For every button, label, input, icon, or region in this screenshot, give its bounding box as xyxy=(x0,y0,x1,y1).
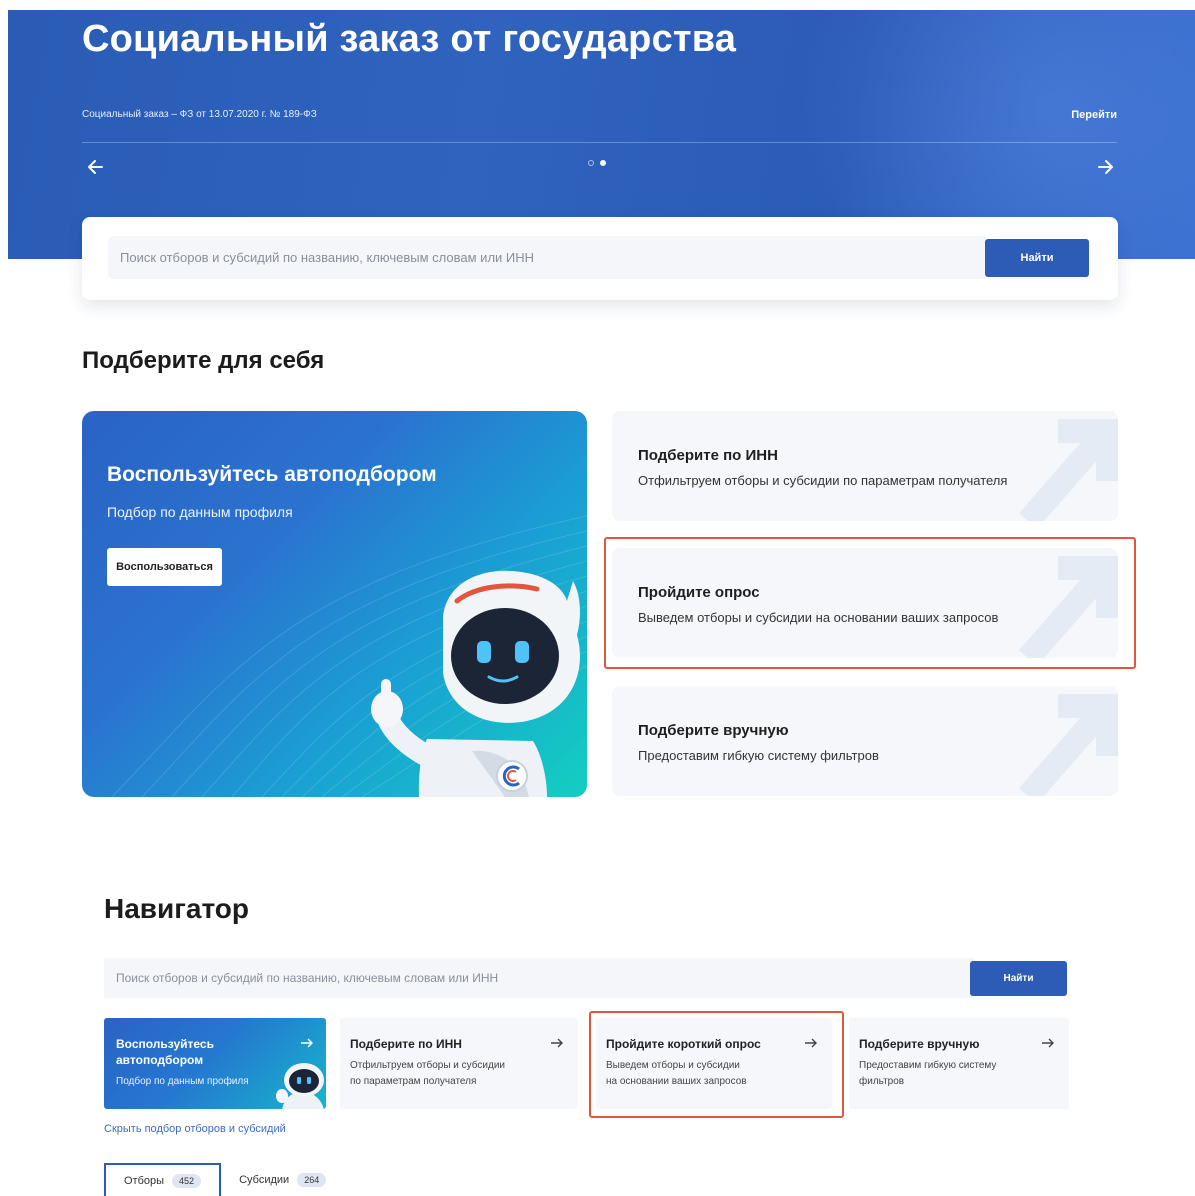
count-badge: 452 xyxy=(172,1173,202,1188)
navigator-card-desc-line: Отфильтруем отборы и субсидии xyxy=(350,1060,505,1071)
navigator-card-desc: Выведем отборы и субсидии на основании в… xyxy=(606,1058,747,1090)
count-badge: 264 xyxy=(297,1172,327,1187)
navigator-card-title-line: автоподбором xyxy=(116,1053,204,1067)
navigator-card-desc-line: на основании ваших запросов xyxy=(606,1076,747,1087)
navigator-search-input[interactable] xyxy=(104,958,974,998)
hero-go-link[interactable]: Перейти xyxy=(1071,109,1117,121)
option-desc: Выведем отборы и субсидии на основании в… xyxy=(638,610,999,625)
navigator-card-desc: Предоставим гибкую систему фильтров xyxy=(859,1058,996,1090)
autopick-title: Воспользуйтесь автоподбором xyxy=(107,463,437,486)
autopick-button[interactable]: Воспользоваться xyxy=(107,548,222,586)
navigator-card-desc-line: фильтров xyxy=(859,1076,905,1087)
tab-label: Субсидии xyxy=(239,1173,290,1186)
carousel-dots xyxy=(588,160,606,166)
navigator-card-title: Подберите по ИНН xyxy=(350,1037,462,1051)
result-tabs: Отборы 452 Субсидии 264 xyxy=(104,1163,344,1196)
navigator-card-title-line: Воспользуйтесь xyxy=(116,1037,214,1051)
arrow-right-icon xyxy=(301,1038,313,1048)
navigator-card-autopick[interactable]: Воспользуйтесь автоподбором Подбор по да… xyxy=(104,1018,326,1109)
search-button[interactable]: Найти xyxy=(985,239,1089,277)
arrow-decor-icon xyxy=(1018,419,1118,521)
navigator-card-desc-line: по параметрам получателя xyxy=(350,1076,477,1087)
hero-title: Социальный заказ от государства xyxy=(82,18,737,60)
carousel-dot-active[interactable] xyxy=(600,160,606,166)
navigator-card-title: Воспользуйтесь автоподбором xyxy=(116,1036,214,1068)
navigator-card-inn[interactable]: Подберите по ИНН Отфильтруем отборы и су… xyxy=(340,1018,578,1109)
tab-selections[interactable]: Отборы 452 xyxy=(104,1163,222,1196)
arrow-right-icon xyxy=(1042,1038,1054,1048)
navigator-card-survey[interactable]: Пройдите короткий опрос Выведем отборы и… xyxy=(596,1018,832,1109)
option-card-inn[interactable]: Подберите по ИНН Отфильтруем отборы и су… xyxy=(612,411,1118,521)
navigator-card-title: Пройдите короткий опрос xyxy=(606,1037,761,1051)
option-title: Подберите по ИНН xyxy=(638,447,778,464)
arrow-left-icon[interactable] xyxy=(82,153,110,181)
hide-selection-link[interactable]: Скрыть подбор отборов и субсидий xyxy=(104,1123,286,1135)
search-card: Найти xyxy=(82,217,1118,300)
navigator-card-desc: Отфильтруем отборы и субсидии по парамет… xyxy=(350,1058,505,1090)
hero-subtitle: Социальный заказ – ФЗ от 13.07.2020 г. №… xyxy=(82,109,317,120)
pick-section-title: Подберите для себя xyxy=(82,347,325,374)
navigator-card-desc: Подбор по данным профиля xyxy=(116,1076,249,1087)
arrow-decor-icon xyxy=(1018,556,1118,658)
option-title: Подберите вручную xyxy=(638,722,789,739)
tab-label: Отборы xyxy=(124,1174,165,1187)
robot-mascot-icon xyxy=(371,570,580,797)
robot-mini-icon xyxy=(276,1063,324,1109)
tab-subsidies[interactable]: Субсидии 264 xyxy=(221,1163,344,1196)
navigator-card-manual[interactable]: Подберите вручную Предоставим гибкую сис… xyxy=(849,1018,1069,1109)
hero-divider xyxy=(82,142,1117,143)
option-card-survey[interactable]: Пройдите опрос Выведем отборы и субсидии… xyxy=(612,548,1118,658)
autopick-card: Воспользуйтесь автоподбором Подбор по да… xyxy=(82,411,587,797)
option-title: Пройдите опрос xyxy=(638,584,760,601)
navigator-card-desc-line: Предоставим гибкую систему xyxy=(859,1060,997,1071)
autopick-subtitle: Подбор по данным профиля xyxy=(107,504,293,520)
navigator-title: Навигатор xyxy=(104,893,250,924)
carousel-dot[interactable] xyxy=(588,160,594,166)
option-desc: Предоставим гибкую систему фильтров xyxy=(638,748,879,763)
arrow-right-icon xyxy=(551,1038,563,1048)
navigator-card-desc-line: Выведем отборы и субсидии xyxy=(606,1060,740,1071)
navigator-card-title: Подберите вручную xyxy=(859,1037,980,1051)
navigator-search-button[interactable]: Найти xyxy=(970,961,1067,996)
search-input[interactable] xyxy=(108,236,988,279)
arrow-decor-icon xyxy=(1018,694,1118,796)
option-card-manual[interactable]: Подберите вручную Предоставим гибкую сис… xyxy=(612,686,1118,796)
arrow-right-icon[interactable] xyxy=(1091,153,1119,181)
option-desc: Отфильтруем отборы и субсидии по парамет… xyxy=(638,473,1008,488)
arrow-right-icon xyxy=(805,1038,817,1048)
